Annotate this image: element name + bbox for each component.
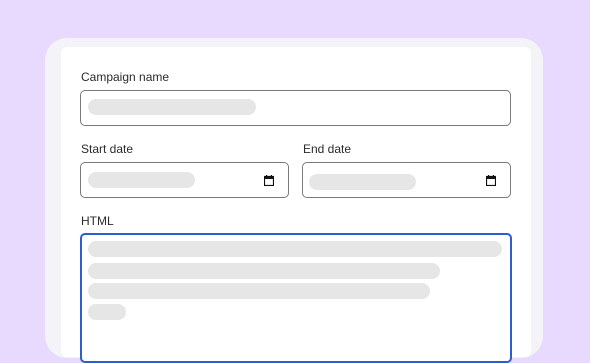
end-date-input[interactable] [302,162,511,198]
start-date-input[interactable] [80,162,289,198]
html-placeholder-line [88,304,126,320]
campaign-name-placeholder [88,99,256,115]
end-date-placeholder [309,174,416,190]
calendar-icon[interactable] [264,175,274,186]
calendar-icon[interactable] [486,175,496,186]
html-placeholder-line [88,283,430,299]
html-placeholder-line [88,263,440,279]
html-placeholder-line [88,241,502,257]
end-date-label: End date [303,142,352,156]
start-date-placeholder [88,172,195,188]
campaign-name-input[interactable] [80,90,511,126]
start-date-label: Start date [81,142,134,156]
html-label: HTML [81,214,114,228]
html-textarea[interactable] [80,233,512,363]
campaign-name-label: Campaign name [81,70,170,84]
